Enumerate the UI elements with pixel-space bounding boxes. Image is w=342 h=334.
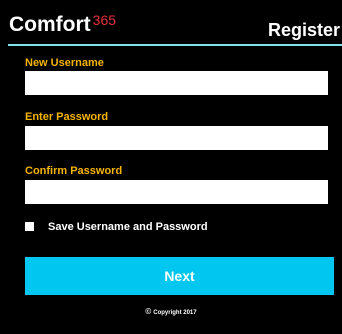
password-input[interactable]	[25, 126, 328, 150]
register-link[interactable]: Register	[268, 20, 340, 41]
brand-number: 365	[92, 12, 117, 28]
username-input[interactable]	[25, 71, 328, 95]
copyright-text: Copyright 2017	[153, 310, 197, 316]
registration-panel: Comfort 365 Register New Username Enter P…	[0, 0, 342, 334]
confirm-password-label: Confirm Password	[25, 165, 123, 177]
copyright-footer: © Copyright 2017	[0, 307, 342, 316]
header-divider	[8, 44, 342, 46]
save-credentials-checkbox[interactable]	[25, 222, 34, 231]
next-button[interactable]: Next	[25, 257, 334, 295]
username-label: New Username	[25, 57, 104, 69]
save-credentials-label[interactable]: Save Username and Password	[48, 221, 208, 233]
brand-name: Comfort	[9, 13, 91, 36]
confirm-password-input[interactable]	[25, 180, 328, 204]
app-logo: Comfort 365	[9, 12, 117, 43]
password-label: Enter Password	[25, 111, 109, 123]
copyright-icon: ©	[145, 307, 152, 316]
